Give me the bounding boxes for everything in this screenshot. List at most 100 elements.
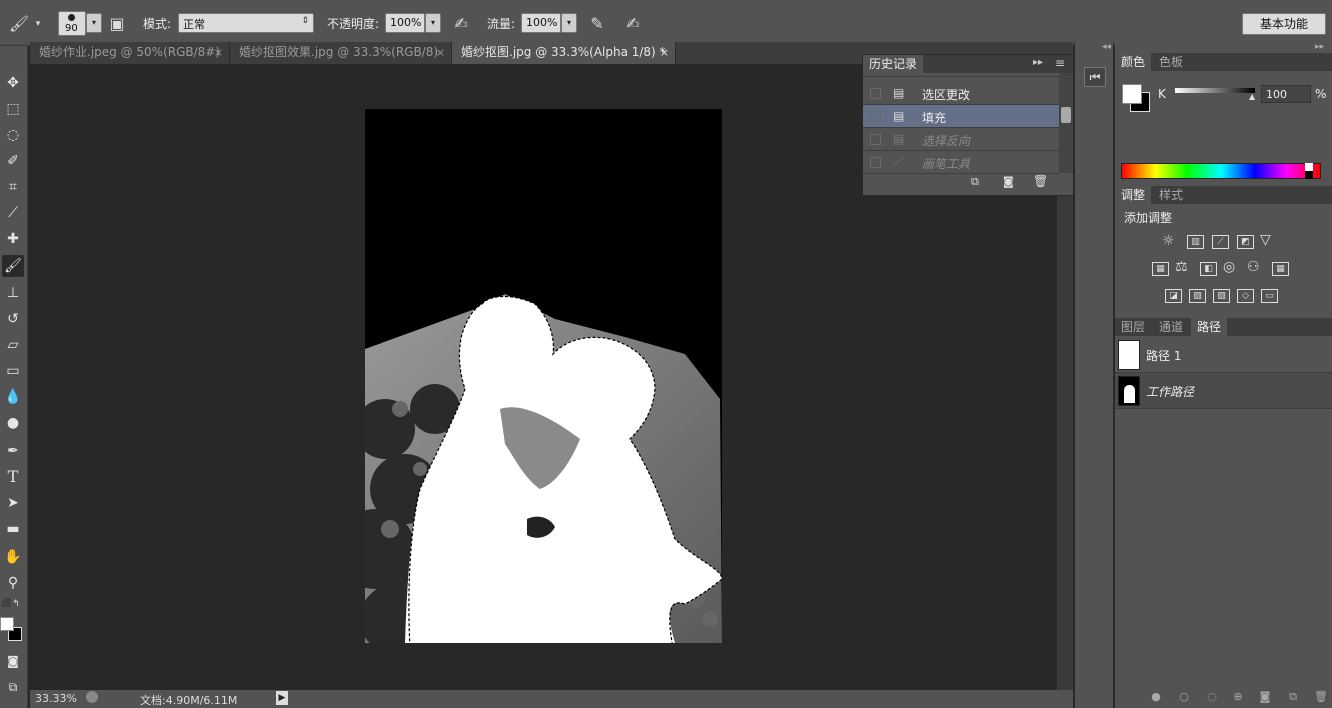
load-selection-icon[interactable]: ◌ [1205,690,1219,704]
color-spectrum-ramp[interactable] [1121,163,1321,179]
chevron-down-icon[interactable]: ▾ [32,13,44,35]
history-brush-tool-icon[interactable]: ↺ [2,308,24,330]
marquee-tool-icon[interactable]: ⬚ [2,98,24,120]
type-tool-icon[interactable]: T [2,466,24,488]
levels-icon[interactable]: ▥ [1187,235,1204,249]
snapshot-checkbox[interactable] [870,134,881,145]
tab-swatches[interactable]: 色板 [1153,53,1189,71]
scroll-thumb[interactable] [1061,107,1071,123]
quick-mask-icon[interactable]: ◙ [2,650,24,672]
pressure-opacity-icon[interactable]: ✍ [450,13,472,35]
collapse-icon[interactable]: ▸▸ [1033,57,1043,68]
foreground-color-swatch[interactable] [1122,84,1142,104]
new-path-icon[interactable]: ⧉ [1286,690,1300,704]
white-ramp-swatch[interactable] [1305,163,1313,171]
tab-channels[interactable]: 通道 [1153,318,1189,336]
posterize-icon[interactable]: ▨ [1189,289,1206,303]
hand-tool-icon[interactable]: ✋ [2,546,24,568]
stroke-path-icon[interactable]: ○ [1177,690,1191,704]
exposure-icon[interactable]: ◩ [1237,235,1254,249]
tab-wedding-cutout-effect[interactable]: 婚纱抠图效果.jpg @ 33.3%(RGB/8) × [230,42,452,64]
history-item-fill[interactable]: ▤ 填充 [863,105,1059,128]
invert-icon[interactable]: ◪ [1165,289,1182,303]
zoom-level[interactable]: 33.33% [35,692,77,705]
opacity-input[interactable]: 100% [385,13,425,33]
document-canvas[interactable] [365,109,722,643]
brush-panel-toggle-icon[interactable]: ▣ [106,13,128,35]
flow-dropdown[interactable]: ▾ [561,13,577,33]
zoom-icon[interactable] [86,691,98,703]
close-icon[interactable]: × [660,42,669,63]
trash-icon[interactable]: 🗑 [1033,174,1048,188]
history-scrollbar[interactable] [1059,73,1073,173]
brush-size-dropdown[interactable]: ▾ [86,13,102,33]
gradient-map-icon[interactable]: ▭ [1261,289,1278,303]
lasso-tool-icon[interactable]: ◌ [2,124,24,146]
brush-size-picker[interactable]: 90 [58,11,86,36]
brightness-contrast-icon[interactable]: ☼ [1162,233,1175,249]
hue-saturation-icon[interactable]: ▦ [1152,262,1169,276]
black-ramp-swatch[interactable] [1305,171,1313,179]
history-panel-icon[interactable]: ⏮ [1084,67,1106,87]
curves-icon[interactable]: ⟋ [1212,235,1229,249]
fill-path-icon[interactable]: ● [1149,690,1163,704]
new-document-from-state-icon[interactable]: ⧉ [971,175,979,189]
move-tool-icon[interactable]: ✥ [2,72,24,94]
dodge-tool-icon[interactable]: ● [2,412,24,434]
add-mask-icon[interactable]: ◙ [1258,690,1272,704]
color-balance-icon[interactable]: ⚖ [1175,259,1188,275]
crop-tool-icon[interactable]: ⌗ [2,176,24,198]
path-row-work[interactable]: 工作路径 [1115,373,1332,409]
trash-icon[interactable]: 🗑 [1314,690,1328,704]
photo-filter-icon[interactable]: ◎ [1223,259,1235,275]
quick-selection-tool-icon[interactable]: ✐ [2,150,24,172]
healing-brush-tool-icon[interactable]: ✚ [2,228,24,250]
history-item-inverse[interactable]: ▤ 选择反向 [863,128,1059,151]
eyedropper-tool-icon[interactable]: ⟋ [2,202,24,224]
clone-stamp-tool-icon[interactable]: ⊥ [2,282,24,304]
vibrance-icon[interactable]: ▽ [1260,232,1271,248]
pressure-size-icon[interactable]: ✍ [622,13,644,35]
gradient-tool-icon[interactable]: ▭ [2,360,24,382]
tab-color[interactable]: 颜色 [1115,53,1152,71]
tab-wedding-cutout[interactable]: 婚纱抠图.jpg @ 33.3%(Alpha 1/8) * × [452,42,676,64]
close-icon[interactable]: × [214,42,223,63]
blur-tool-icon[interactable]: 💧 [2,386,24,408]
channel-mixer-icon[interactable]: ⚇ [1247,259,1260,275]
reset-colors-icon[interactable]: ⬛↰ [1,599,20,609]
tab-styles[interactable]: 样式 [1153,186,1189,204]
tab-paths[interactable]: 路径 [1191,318,1228,336]
k-value-input[interactable]: 100 [1261,85,1311,103]
flow-input[interactable]: 100% [521,13,561,33]
selective-color-icon[interactable]: ◇ [1237,289,1254,303]
brush-tool-icon[interactable]: 🖌 [2,255,24,277]
status-menu-arrow-icon[interactable]: ▶ [276,691,288,705]
snapshot-checkbox[interactable] [870,157,881,168]
close-icon[interactable]: × [436,42,445,63]
rectangle-tool-icon[interactable]: ▬ [2,518,24,540]
snapshot-checkbox[interactable] [870,111,881,122]
black-white-icon[interactable]: ◧ [1200,262,1217,276]
opacity-dropdown[interactable]: ▾ [425,13,441,33]
mode-select[interactable]: 正常 ⇕ [178,13,314,33]
zoom-tool-icon[interactable]: ⚲ [2,572,24,594]
k-slider-track[interactable] [1175,88,1255,93]
camera-icon[interactable]: ◙ [1003,175,1014,188]
foreground-color-swatch[interactable] [0,617,14,631]
slider-handle-icon[interactable]: ▲ [1249,92,1255,101]
tab-layers[interactable]: 图层 [1115,318,1151,336]
snapshot-checkbox[interactable] [870,88,881,99]
path-row-1[interactable]: 路径 1 [1115,337,1332,373]
workspace-switcher[interactable]: 基本功能 [1242,13,1326,35]
screen-mode-icon[interactable]: ⧉ [2,676,24,698]
collapse-arrows-icon[interactable]: ◂◂ [1102,42,1111,52]
path-selection-tool-icon[interactable]: ➤ [2,492,24,514]
airbrush-icon[interactable]: ✎ [586,13,608,35]
brush-tool-preset-icon[interactable]: 🖌 [8,13,30,35]
threshold-icon[interactable]: ▨ [1213,289,1230,303]
panel-menu-icon[interactable]: ≡ [1055,56,1065,70]
pen-tool-icon[interactable]: ✒ [2,440,24,462]
history-item-brush[interactable]: ⟋ 画笔工具 [863,151,1059,174]
tab-wedding-homework[interactable]: 婚纱作业.jpeg @ 50%(RGB/8#) × [30,42,230,64]
history-tab[interactable]: 历史记录 [863,55,924,73]
